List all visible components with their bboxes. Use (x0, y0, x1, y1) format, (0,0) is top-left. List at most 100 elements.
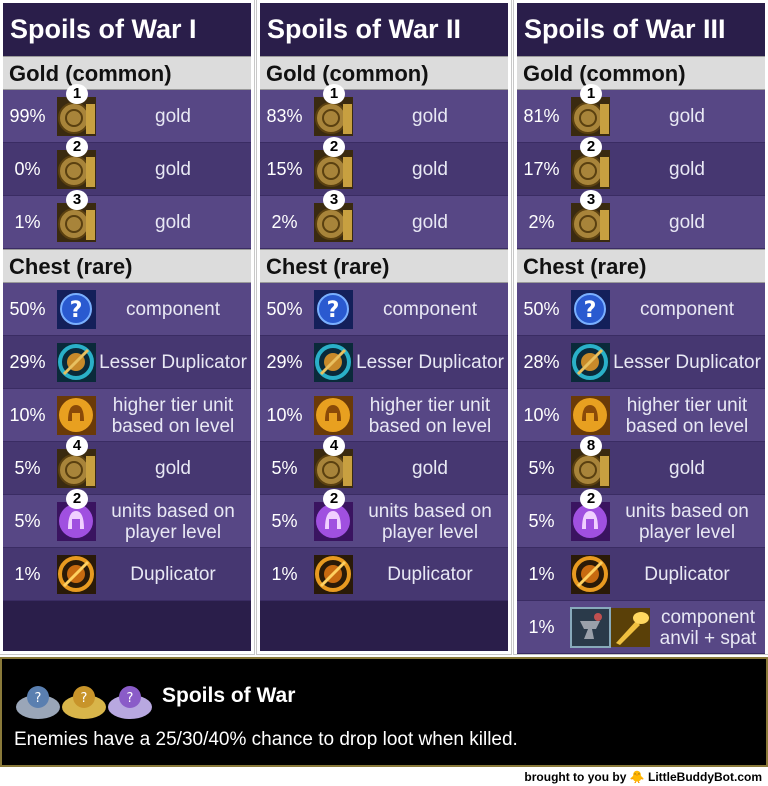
drop-chance: 2% (271, 212, 298, 232)
loot-label: units based on player level (625, 500, 749, 543)
gold-amount-badge: 2 (580, 137, 602, 157)
gold-section-header: Gold (common) (3, 56, 251, 90)
loot-label: higher tier unit based on level (625, 394, 749, 437)
loot-label: gold (412, 212, 448, 233)
drop-chance: 5% (528, 458, 555, 478)
loot-label: gold (669, 159, 705, 180)
lesser-duplicator-icon (313, 342, 354, 383)
gold-amount-badge: 1 (323, 84, 345, 104)
loot-label: gold (669, 458, 705, 479)
gold-section-header: Gold (common) (260, 56, 508, 90)
helmet-coin-icon (56, 395, 97, 436)
loot-label: Duplicator (130, 564, 216, 585)
duplicator-icon (570, 554, 611, 595)
spatula-icon (610, 607, 651, 648)
drop-chance: 10% (266, 405, 303, 425)
augment-orbs-icon: ? ? ? (16, 686, 152, 719)
helmet-coin-icon (313, 395, 354, 436)
drop-chance: 29% (266, 352, 303, 372)
loot-label: Lesser Duplicator (99, 352, 247, 373)
drop-chance: 83% (266, 106, 303, 126)
drop-chance: 5% (271, 458, 298, 478)
duplicator-icon (56, 554, 97, 595)
loot-label: gold (412, 458, 448, 479)
loot-label: component anvil + spat (659, 606, 757, 649)
loot-label: gold (412, 159, 448, 180)
chest-row: 29% Lesser Duplicator (3, 336, 251, 389)
loot-label: gold (155, 458, 191, 479)
gold-row: 15% 2 gold (260, 137, 508, 196)
drop-chance: 50% (523, 299, 560, 319)
helmet-coin-icon (570, 395, 611, 436)
chest-section-header: Chest (rare) (517, 249, 765, 283)
loot-label: gold (155, 159, 191, 180)
loot-label: Duplicator (644, 564, 730, 585)
loot-label: gold (669, 212, 705, 233)
gold-row: 2% 3 gold (260, 190, 508, 249)
drop-chance: 1% (14, 212, 41, 232)
svg-text:?: ? (584, 298, 597, 323)
loot-label: gold (155, 212, 191, 233)
chest-row: 5% 2 units based on player level (3, 489, 251, 548)
amount-badge: 2 (323, 489, 345, 509)
component-orb-icon: ? (313, 289, 354, 330)
loot-label: units based on player level (111, 500, 235, 543)
drop-chance: 2% (528, 212, 555, 232)
gold-amount-badge: 1 (580, 84, 602, 104)
augment-description-box: ? ? ? Spoils of War Enemies have a 25/30… (0, 657, 768, 767)
chest-row: 5% 2 units based on player level (517, 489, 765, 548)
gold-amount-badge: 1 (66, 84, 88, 104)
drop-chance: 1% (528, 617, 555, 637)
loot-label: gold (155, 106, 191, 127)
drop-chance: 28% (523, 352, 560, 372)
chest-row: 1% Duplicator (260, 548, 508, 601)
gold-row: 2% 3 gold (517, 190, 765, 249)
spoils-panel-1: Spoils of War I Gold (common) 99% 1 gold … (0, 0, 255, 655)
gold-row: 17% 2 gold (517, 137, 765, 196)
svg-text:?: ? (327, 298, 340, 323)
chest-row: 50% ? component (3, 283, 251, 336)
lesser-duplicator-icon (570, 342, 611, 383)
loot-label: gold (669, 106, 705, 127)
amount-badge: 4 (323, 436, 345, 456)
duplicator-icon (313, 554, 354, 595)
gold-amount-badge: 2 (66, 137, 88, 157)
drop-chance: 5% (14, 458, 41, 478)
drop-chance: 0% (14, 159, 41, 179)
amount-badge: 2 (66, 489, 88, 509)
gold-amount-badge: 3 (323, 190, 345, 210)
panel-title: Spoils of War III (517, 3, 765, 56)
svg-text:?: ? (81, 691, 88, 706)
loot-label: Lesser Duplicator (356, 352, 504, 373)
loot-label: higher tier unit based on level (111, 394, 235, 437)
credit-text: brought to you by 🐥 LittleBuddyBot.com (524, 770, 762, 784)
drop-chance: 50% (266, 299, 303, 319)
spoils-panel-3: Spoils of War III Gold (common) 81% 1 gol… (513, 0, 768, 655)
gold-row: 0% 2 gold (3, 137, 251, 196)
augment-title: Spoils of War (162, 684, 296, 707)
anvil-icon (570, 607, 611, 648)
chest-row: 29% Lesser Duplicator (260, 336, 508, 389)
spoils-panel-2: Spoils of War II Gold (common) 83% 1 gold… (256, 0, 512, 655)
drop-chance: 99% (9, 106, 46, 126)
drop-chance: 15% (266, 159, 303, 179)
drop-chance: 1% (528, 564, 555, 584)
drop-chance: 1% (271, 564, 298, 584)
augment-description: Enemies have a 25/30/40% chance to drop … (14, 729, 518, 750)
drop-chance: 50% (9, 299, 46, 319)
loot-label: component (639, 299, 734, 320)
svg-text:?: ? (70, 298, 83, 323)
gold-amount-badge: 3 (66, 190, 88, 210)
chest-row: 50% ? component (517, 283, 765, 336)
amount-badge: 8 (580, 436, 602, 456)
drop-chance: 10% (9, 405, 46, 425)
loot-label: units based on player level (368, 500, 492, 543)
gold-row: 81% 1 gold (517, 84, 765, 143)
loot-label: Duplicator (387, 564, 473, 585)
chest-row: 10% higher tier unit based on level (517, 389, 765, 442)
chest-row: 5% 4 gold (3, 436, 251, 495)
chest-row: 1% Duplicator (3, 548, 251, 601)
chest-row: 10% higher tier unit based on level (3, 389, 251, 442)
component-orb-icon: ? (570, 289, 611, 330)
drop-chance: 29% (9, 352, 46, 372)
